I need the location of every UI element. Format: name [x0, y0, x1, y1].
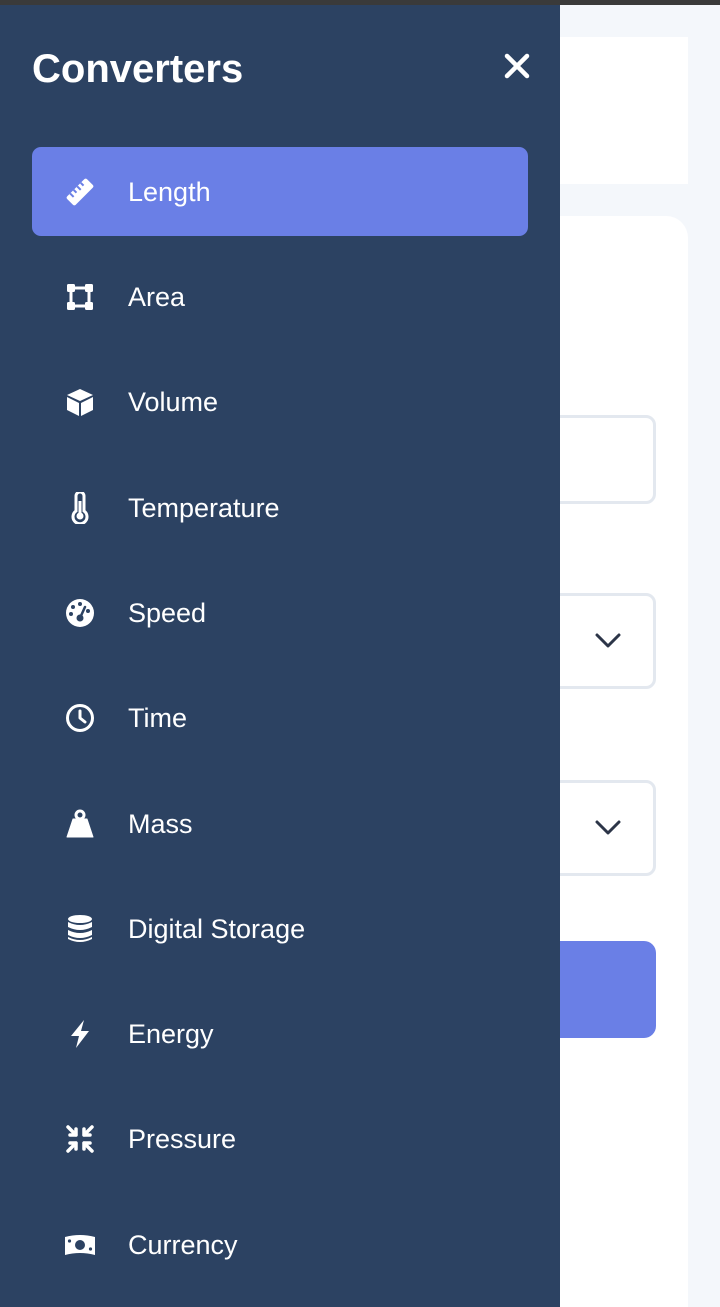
ruler-icon	[32, 147, 128, 236]
vector-square-icon	[32, 252, 128, 341]
gauge-icon	[32, 568, 128, 657]
thermometer-icon	[32, 463, 128, 552]
nav-item-volume[interactable]: Volume	[32, 357, 528, 446]
nav-item-area[interactable]: Area	[32, 252, 528, 341]
weight-icon	[32, 779, 128, 868]
chevron-down-icon	[595, 633, 621, 648]
database-icon	[32, 884, 128, 973]
nav-item-length[interactable]: Length	[32, 147, 528, 236]
nav-label-mass: Mass	[128, 808, 193, 839]
nav-label-currency: Currency	[128, 1229, 238, 1260]
nav-label-area: Area	[128, 281, 186, 312]
nav-label-length: Length	[128, 176, 211, 207]
compress-icon	[32, 1094, 128, 1183]
nav-label-digital-storage: Digital Storage	[128, 913, 306, 944]
close-icon	[504, 53, 530, 79]
nav-item-currency[interactable]: Currency	[32, 1200, 528, 1289]
nav-item-time[interactable]: Time	[32, 673, 528, 762]
nav-item-energy[interactable]: Energy	[32, 989, 528, 1078]
nav-item-digital-storage[interactable]: Digital Storage	[32, 884, 528, 973]
clock-icon	[32, 673, 128, 762]
nav-item-pressure[interactable]: Pressure	[32, 1094, 528, 1183]
nav-label-pressure: Pressure	[128, 1123, 237, 1154]
cube-icon	[32, 357, 128, 446]
nav-label-energy: Energy	[128, 1018, 214, 1049]
nav-label-volume: Volume	[128, 386, 219, 417]
nav-label-speed: Speed	[128, 597, 207, 628]
money-bill-icon	[32, 1200, 128, 1289]
bolt-icon	[32, 989, 128, 1078]
drawer-title: Converters	[32, 47, 244, 91]
nav-item-speed[interactable]: Speed	[32, 568, 528, 657]
nav-label-time: Time	[128, 702, 187, 733]
converters-drawer: Converters Length Area Volume Temperatur…	[0, 5, 560, 1307]
close-button[interactable]	[496, 45, 538, 87]
nav-label-temperature: Temperature	[128, 492, 280, 523]
nav-item-temperature[interactable]: Temperature	[32, 463, 528, 552]
chevron-down-icon	[595, 820, 621, 835]
nav-item-mass[interactable]: Mass	[32, 779, 528, 868]
